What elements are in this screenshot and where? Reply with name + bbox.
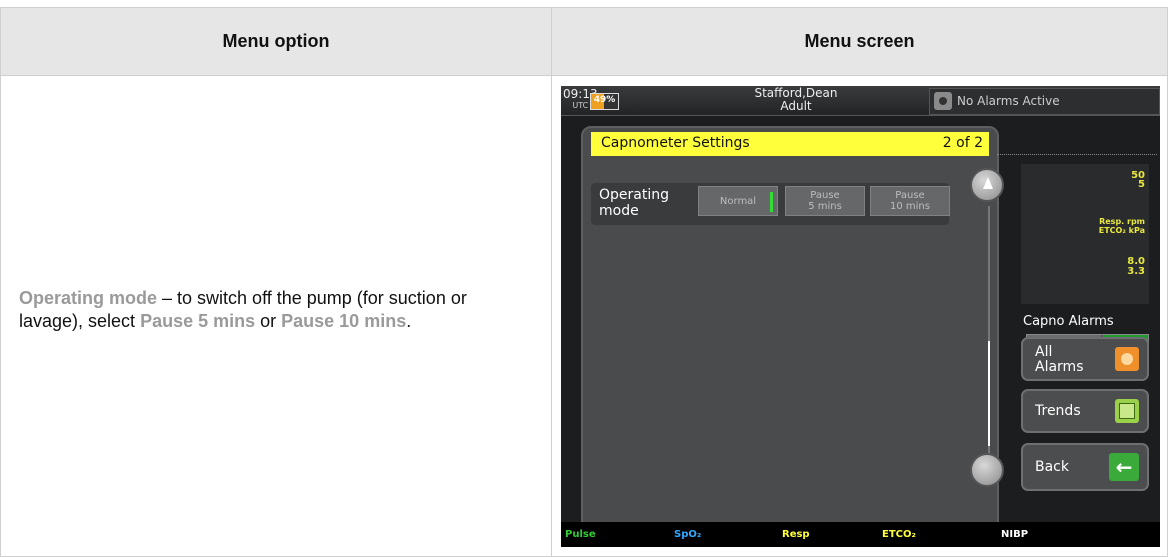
resp-unit-label: Resp. rpm xyxy=(1099,217,1145,226)
alarm-status-box[interactable]: No Alarms Active xyxy=(929,88,1160,115)
etco2-unit-label: ETCO₂ kPa xyxy=(1098,226,1145,235)
operating-mode-label: Operating mode xyxy=(599,187,669,219)
status-bar: 09:13 UTC 49% Stafford,Dean Adult No Ala… xyxy=(561,86,1160,116)
scroll-down-button[interactable] xyxy=(970,453,1004,487)
back-button[interactable]: Back ← xyxy=(1021,443,1149,491)
mode-pause-5-button[interactable]: Pause 5 mins xyxy=(785,186,865,216)
alarm-status-text: No Alarms Active xyxy=(957,94,1060,108)
trends-button[interactable]: Trends xyxy=(1021,389,1149,433)
scale-upper-etco2: 5 xyxy=(1138,179,1145,190)
patient-type: Adult xyxy=(780,99,812,113)
description-cell: Operating mode – to switch off the pump … xyxy=(0,75,552,557)
term-pause-10: Pause 10 mins xyxy=(281,311,407,331)
scale-lower-etco2: 3.3 xyxy=(1127,266,1145,277)
header-menu-screen: Menu screen xyxy=(551,7,1168,76)
divider-dotted xyxy=(997,154,1157,155)
term-operating-mode: Operating mode xyxy=(19,288,158,308)
capno-alarms-label: Capno Alarms xyxy=(1023,314,1114,329)
alarm-icon xyxy=(1115,347,1139,371)
term-pause-5: Pause 5 mins xyxy=(140,311,256,331)
back-arrow-icon: ← xyxy=(1109,453,1139,481)
battery-indicator: 49% xyxy=(590,93,619,110)
mode-normal-button[interactable]: Normal xyxy=(698,186,778,216)
arrow-up-icon xyxy=(983,177,993,189)
alarm-bell-icon xyxy=(934,92,952,110)
capno-scale-box: 50 5 Resp. rpm ETCO₂ kPa 8.0 3.3 xyxy=(1021,164,1149,304)
parameter-bar: Pulse SpO₂ Resp ETCO₂ NIBP xyxy=(561,522,1160,547)
menu-title-bar: Capnometer Settings 2 of 2 xyxy=(591,132,989,156)
tab-spo2[interactable]: SpO₂ xyxy=(674,522,701,547)
all-alarms-button[interactable]: All Alarms xyxy=(1021,337,1149,381)
scroll-up-button[interactable] xyxy=(970,168,1004,202)
scrollbar-thumb[interactable] xyxy=(988,341,990,446)
header-menu-option: Menu option xyxy=(0,7,552,76)
operating-mode-description: Operating mode – to switch off the pump … xyxy=(19,288,467,331)
selected-indicator xyxy=(770,192,773,212)
tab-pulse[interactable]: Pulse xyxy=(565,522,596,547)
page-indicator: 2 of 2 xyxy=(942,135,983,151)
patient-info: Stafford,Dean Adult xyxy=(721,87,871,113)
monitor-screen: 09:13 UTC 49% Stafford,Dean Adult No Ala… xyxy=(561,86,1160,547)
mode-pause-10-button[interactable]: Pause 10 mins xyxy=(870,186,950,216)
tab-nibp[interactable]: NIBP xyxy=(1001,522,1028,547)
menu-title: Capnometer Settings xyxy=(601,135,750,151)
tab-etco2[interactable]: ETCO₂ xyxy=(882,522,916,547)
scrollbar-track[interactable] xyxy=(988,206,990,456)
trend-icon xyxy=(1115,399,1139,423)
tab-resp[interactable]: Resp xyxy=(782,522,810,547)
